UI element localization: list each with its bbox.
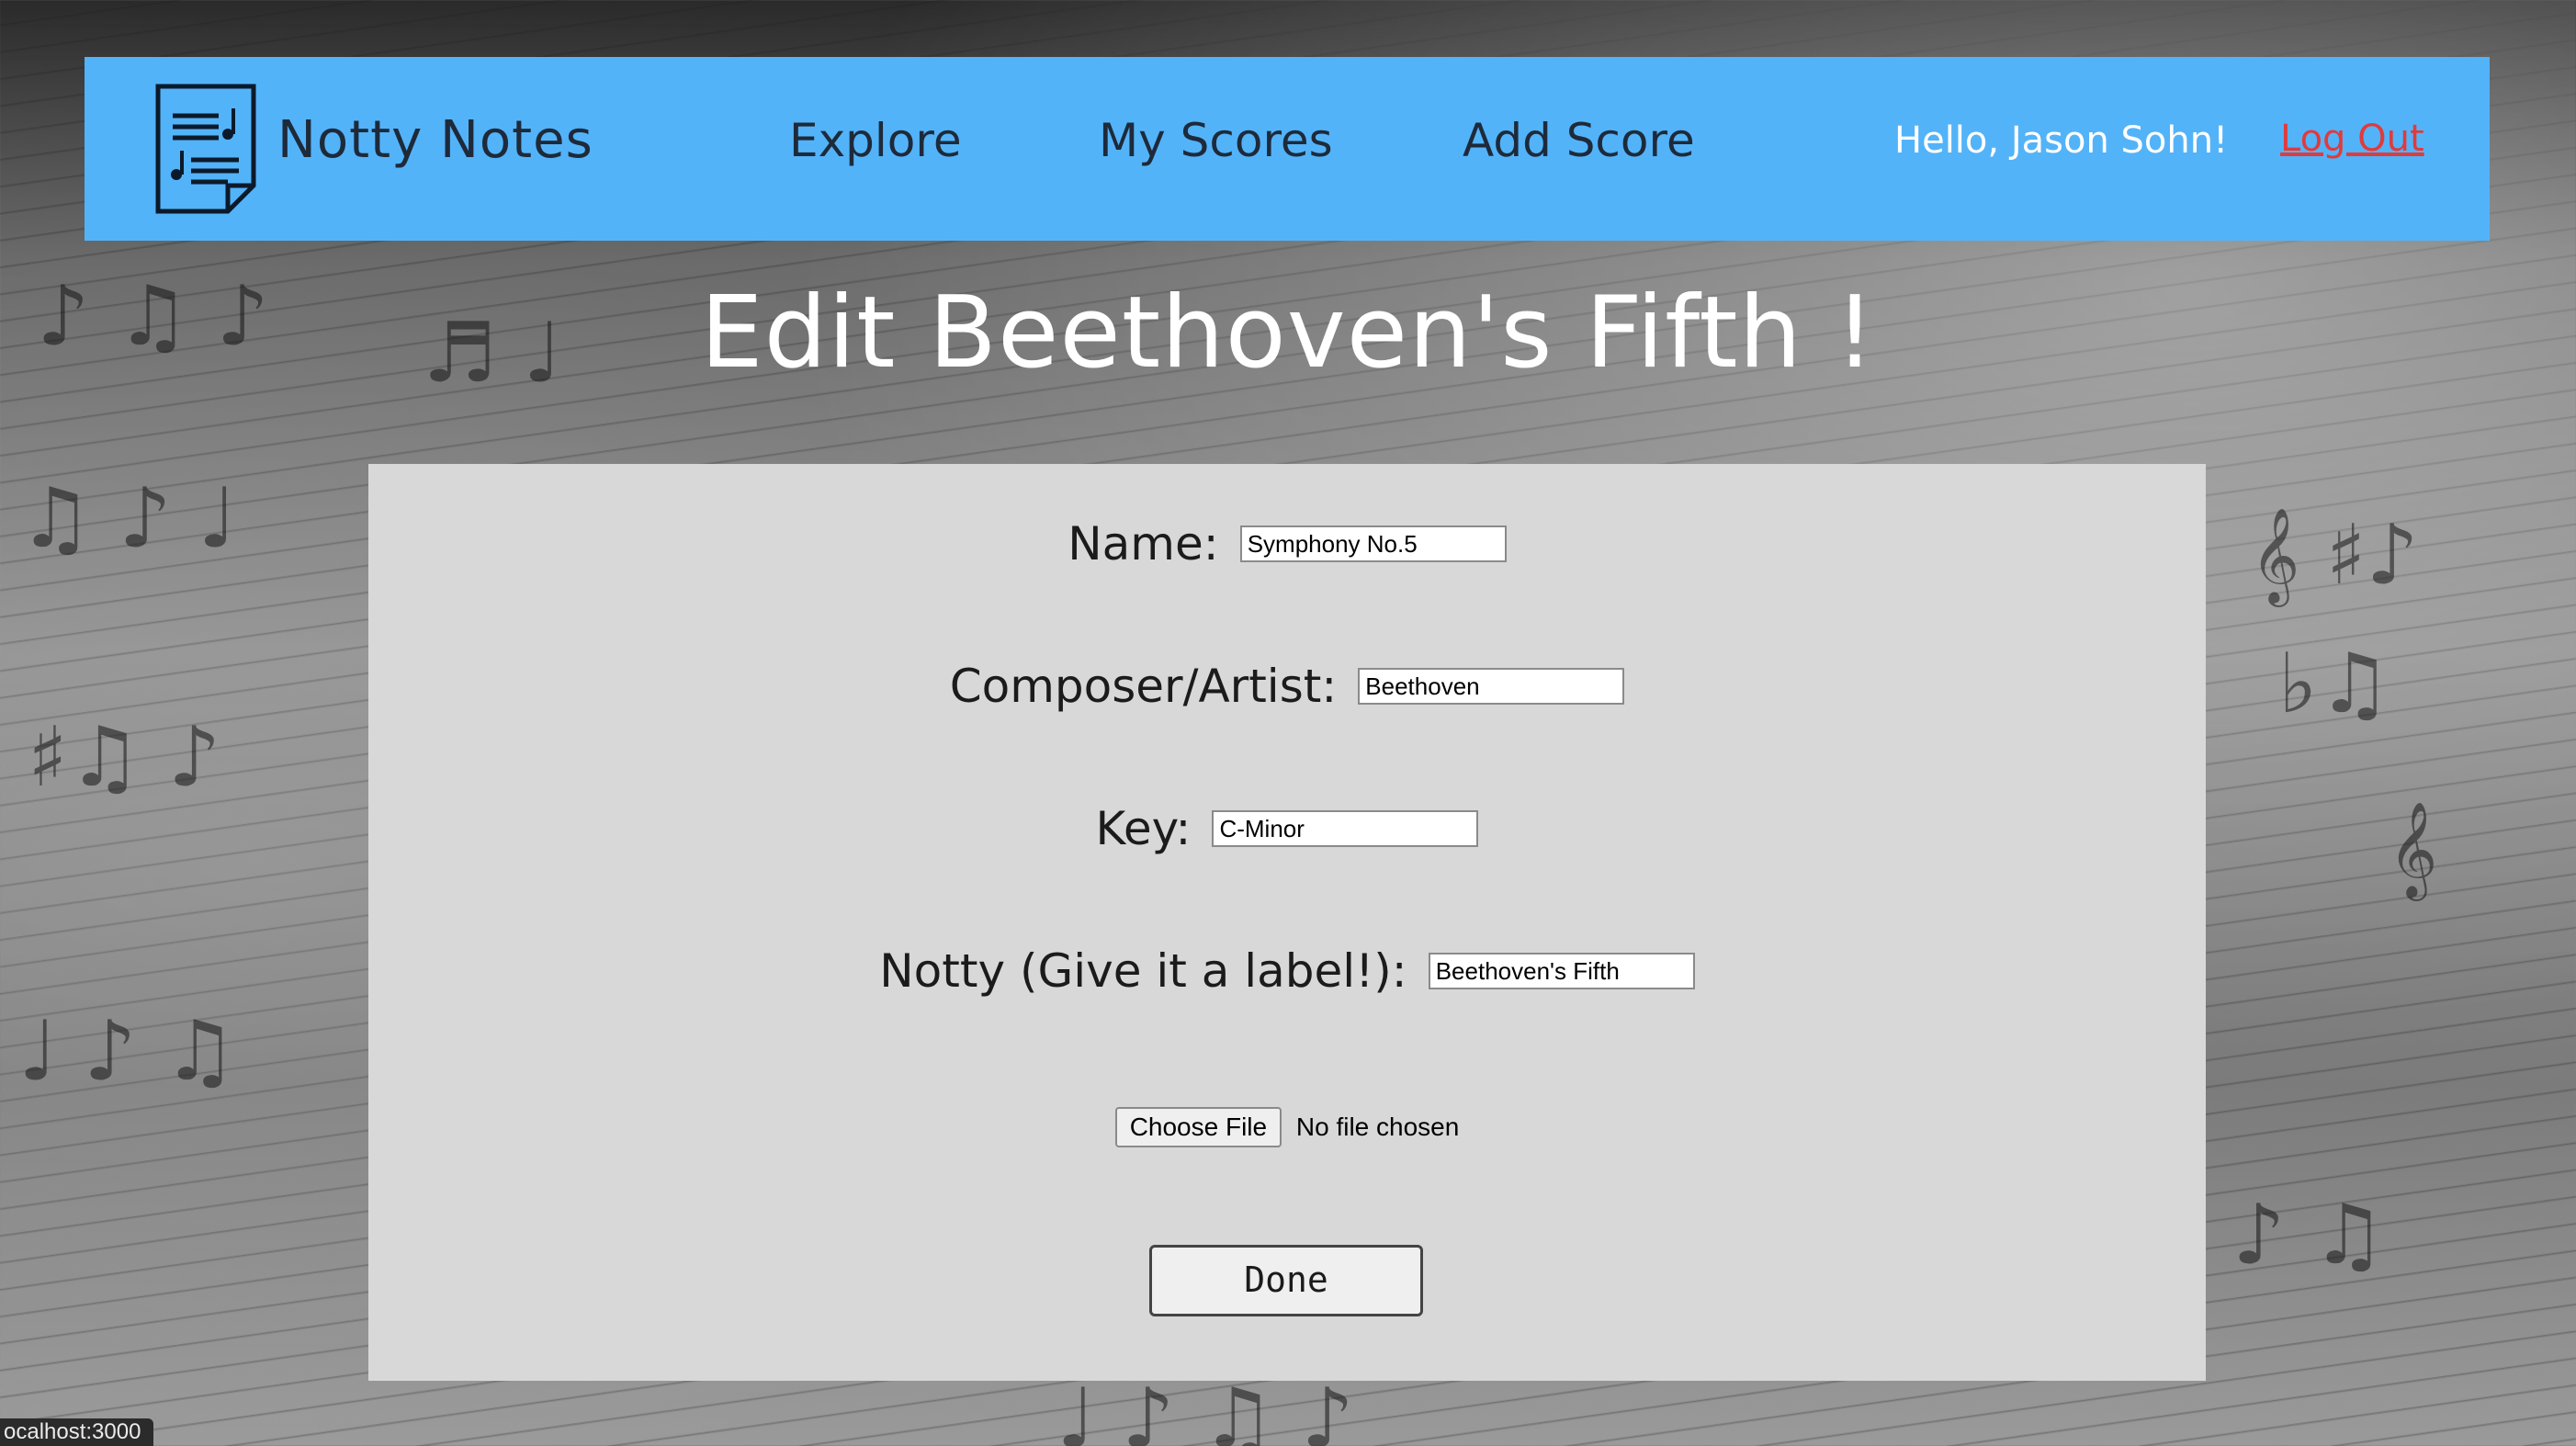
sheet-music-icon[interactable] xyxy=(154,83,257,215)
nav-my-scores[interactable]: My Scores xyxy=(1099,114,1333,167)
key-input[interactable] xyxy=(1212,810,1479,847)
file-status: No file chosen xyxy=(1295,1113,1460,1141)
nav-explore[interactable]: Explore xyxy=(789,114,962,167)
notty-input[interactable] xyxy=(1428,953,1695,989)
navbar: Notty Notes Explore My Scores Add Score … xyxy=(85,57,2490,241)
logout-link[interactable]: Log Out xyxy=(2280,118,2424,160)
form-row-composer: Composer/Artist: xyxy=(368,660,2206,713)
edit-score-form: Name: Composer/Artist: Key: Notty (Give … xyxy=(368,464,2206,1381)
nav-add-score[interactable]: Add Score xyxy=(1463,114,1695,167)
file-upload: Choose File No file chosen xyxy=(368,1107,2206,1147)
form-row-notty: Notty (Give it a label!): xyxy=(368,944,2206,998)
key-label: Key: xyxy=(1095,802,1192,855)
page-title: Edit Beethoven's Fifth ! xyxy=(700,276,1876,390)
user-greeting: Hello, Jason Sohn! xyxy=(1894,119,2229,162)
notty-label: Notty (Give it a label!): xyxy=(879,944,1407,998)
name-input[interactable] xyxy=(1239,525,1507,562)
choose-file-button[interactable]: Choose File xyxy=(1114,1107,1282,1147)
brand-name[interactable]: Notty Notes xyxy=(277,110,593,170)
status-bar-url: ocalhost:3000 xyxy=(0,1418,154,1446)
composer-input[interactable] xyxy=(1358,668,1625,705)
done-button[interactable]: Done xyxy=(1149,1245,1423,1316)
composer-label: Composer/Artist: xyxy=(949,660,1338,713)
form-row-name: Name: xyxy=(368,517,2206,570)
form-row-key: Key: xyxy=(368,802,2206,855)
name-label: Name: xyxy=(1068,517,1219,570)
